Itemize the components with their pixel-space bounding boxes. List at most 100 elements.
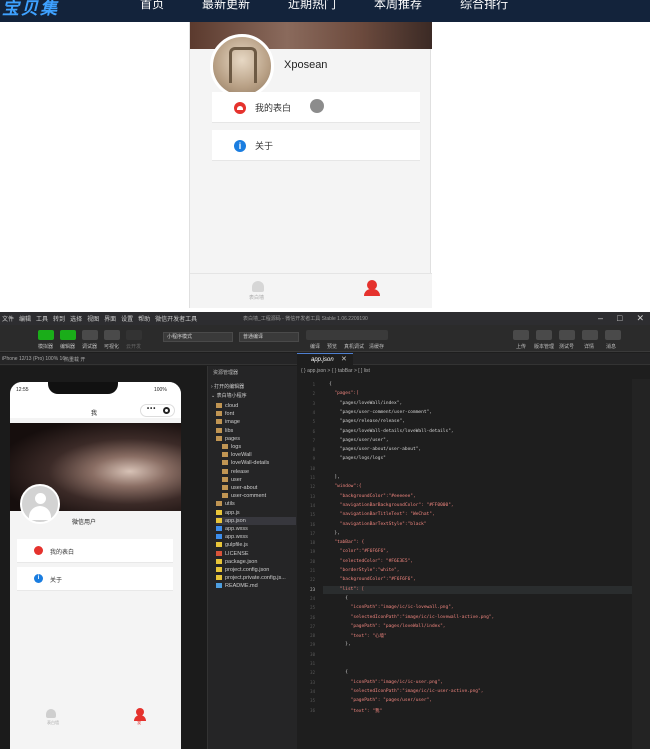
tree-item-release[interactable]: release bbox=[222, 468, 296, 476]
menu-select[interactable]: 选择 bbox=[70, 314, 82, 323]
heart-icon bbox=[34, 546, 43, 555]
menu-file[interactable]: 文件 bbox=[2, 314, 14, 323]
tab-app-json[interactable]: app.json ✕ bbox=[297, 353, 353, 365]
visual-toggle-button[interactable] bbox=[104, 330, 120, 340]
menu-help[interactable]: 帮助 bbox=[138, 314, 150, 323]
sim-menu-item-my-confessions[interactable]: 我的表白 bbox=[17, 539, 173, 563]
nav-link-home[interactable]: 首页 bbox=[140, 0, 164, 12]
menu-item-my-confessions[interactable]: 我的表白 bbox=[212, 92, 420, 123]
mode-select[interactable]: 小程序模式 bbox=[163, 332, 233, 342]
close-mini-program-icon[interactable] bbox=[163, 407, 170, 414]
tab-label-wall: 表白墙 bbox=[249, 295, 265, 301]
folder-icon bbox=[222, 452, 228, 458]
menu-devtools[interactable]: 微信开发者工具 bbox=[155, 314, 197, 323]
tree-item-user[interactable]: user bbox=[222, 476, 296, 484]
heart-tab-icon[interactable] bbox=[252, 281, 264, 292]
tree-item-libs[interactable]: libs bbox=[216, 427, 296, 435]
tree-item-app-wxss[interactable]: app.wxss bbox=[216, 533, 296, 541]
close-tab-icon[interactable]: ✕ bbox=[341, 355, 347, 363]
tree-item-app-wxss[interactable]: app.wxss bbox=[216, 525, 296, 533]
line-number: 18 bbox=[310, 540, 315, 546]
nav-link-hot[interactable]: 近期热门 bbox=[288, 0, 336, 12]
tree-item-label: README.md bbox=[225, 583, 258, 590]
tree-item-license[interactable]: LICENSE bbox=[216, 550, 296, 558]
upload-button[interactable] bbox=[513, 330, 529, 340]
close-icon[interactable]: ✕ bbox=[636, 313, 644, 324]
tree-item-project-config-json[interactable]: project.config.json bbox=[216, 566, 296, 574]
tree-item-font[interactable]: font bbox=[216, 410, 296, 418]
compile-actions-group[interactable] bbox=[306, 330, 388, 340]
nav-link-weekly[interactable]: 本周推荐 bbox=[374, 0, 422, 12]
editor-toggle-button[interactable] bbox=[60, 330, 76, 340]
menu-goto[interactable]: 转到 bbox=[53, 314, 65, 323]
sim-capsule-menu[interactable]: ••• bbox=[140, 404, 175, 417]
tree-item-label: cloud bbox=[225, 403, 239, 409]
tree-item-user-about[interactable]: user-about bbox=[222, 484, 296, 492]
app-preview-phone: Xposean 我的表白 i 关于 表白墙 bbox=[189, 22, 432, 308]
breadcrumb[interactable]: { } app.json > { } tabBar > [ ] list bbox=[301, 368, 370, 374]
menu-view[interactable]: 视图 bbox=[87, 314, 99, 323]
nav-link-latest[interactable]: 最新更新 bbox=[202, 0, 250, 12]
tree-item-package-json[interactable]: package.json bbox=[216, 558, 296, 566]
tab-bar: 表白墙 bbox=[190, 273, 432, 308]
profile-avatar[interactable] bbox=[210, 34, 274, 98]
more-icon[interactable]: ••• bbox=[147, 406, 156, 412]
user-tab-icon[interactable] bbox=[134, 708, 146, 721]
nav-link-ranking[interactable]: 综合排行 bbox=[460, 0, 508, 12]
test-account-button[interactable] bbox=[559, 330, 575, 340]
tree-item-gulpfile-js[interactable]: gulpfile.js bbox=[216, 541, 296, 549]
tree-item-cloud[interactable]: cloud bbox=[216, 402, 296, 410]
maximize-icon[interactable]: □ bbox=[617, 313, 622, 324]
menu-settings[interactable]: 设置 bbox=[121, 314, 133, 323]
hot-reload-select[interactable]: 热重载 开 bbox=[64, 356, 85, 363]
toolbar-label-real-debug: 真机调试 bbox=[344, 344, 365, 350]
compile-select[interactable]: 普通编译 bbox=[239, 332, 299, 342]
folder-icon bbox=[222, 460, 228, 466]
user-tab-icon[interactable] bbox=[364, 280, 380, 296]
toolbar-label-details: 详情 bbox=[584, 344, 595, 350]
menu-edit[interactable]: 编辑 bbox=[19, 314, 31, 323]
tree-item-label: pages bbox=[225, 435, 240, 442]
tree-item-project-private-config-js-[interactable]: project.private.config.js... bbox=[216, 574, 296, 582]
menu-interface[interactable]: 界面 bbox=[104, 314, 116, 323]
simulator-toggle-button[interactable] bbox=[38, 330, 54, 340]
tree-item-pages[interactable]: pages bbox=[216, 435, 296, 443]
menu-tools[interactable]: 工具 bbox=[36, 314, 48, 323]
line-number: 19 bbox=[310, 549, 315, 555]
line-number: 16 bbox=[310, 521, 315, 527]
tree-item-lovewall[interactable]: loveWall bbox=[222, 451, 296, 459]
line-number: 22 bbox=[310, 577, 315, 583]
device-select[interactable]: iPhone 12/13 (Pro) 100% 16 bbox=[2, 356, 65, 362]
tree-item-utils[interactable]: utils bbox=[216, 500, 296, 508]
tree-item-app-json[interactable]: app.json bbox=[216, 516, 296, 525]
line-number: 29 bbox=[310, 642, 315, 648]
tree-item-readme-md[interactable]: README.md bbox=[216, 582, 296, 590]
tree-item-app-js[interactable]: app.js bbox=[216, 509, 296, 517]
tree-item-user-comment[interactable]: user-comment bbox=[222, 492, 296, 500]
tree-item-image[interactable]: image bbox=[216, 418, 296, 426]
cloud-dev-button[interactable] bbox=[126, 330, 142, 340]
project-root[interactable]: ⌄ 表白墙小程序 bbox=[211, 392, 247, 399]
code-editor[interactable]: { } app.json > { } tabBar > [ ] list 1 {2… bbox=[297, 366, 650, 749]
details-button[interactable] bbox=[582, 330, 598, 340]
open-editors-section[interactable]: › 打开的编辑器 bbox=[211, 383, 244, 390]
info-icon: i bbox=[34, 574, 43, 583]
tree-item-lovewall-details[interactable]: loveWall-details bbox=[222, 459, 296, 467]
tree-item-label: libs bbox=[225, 427, 234, 434]
minimize-icon[interactable]: – bbox=[598, 313, 603, 324]
tree-item-logs[interactable]: logs bbox=[222, 443, 296, 451]
messages-button[interactable] bbox=[605, 330, 621, 340]
code-line: "tabBar": { bbox=[329, 540, 365, 546]
toolbar-label-messages: 消息 bbox=[606, 344, 617, 350]
heart-tab-icon[interactable] bbox=[46, 709, 56, 718]
menu-item-about[interactable]: i 关于 bbox=[212, 130, 420, 161]
version-button[interactable] bbox=[536, 330, 552, 340]
sim-avatar[interactable] bbox=[20, 484, 60, 524]
sim-menu-item-about[interactable]: i 关于 bbox=[17, 567, 173, 591]
tree-item-label: project.private.config.js... bbox=[225, 575, 286, 582]
debugger-toggle-button[interactable] bbox=[82, 330, 98, 340]
line-number: 30 bbox=[310, 651, 315, 657]
code-line: "backgroundColor":"#eeeeee", bbox=[329, 493, 416, 499]
minimap[interactable] bbox=[632, 379, 650, 749]
site-logo[interactable]: 宝贝集 bbox=[2, 0, 59, 19]
